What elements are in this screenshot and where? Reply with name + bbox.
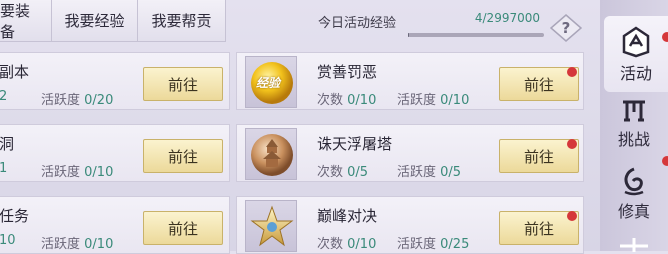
activity-icon: [622, 26, 650, 58]
activity-title: 赏善罚恶: [317, 63, 378, 81]
activity-title: 副本: [0, 63, 30, 81]
activity-count: 次数 0/10: [317, 93, 377, 108]
activity-icon-frame: 经验: [245, 56, 297, 108]
daily-exp-value: 4/2997000: [474, 11, 540, 25]
activity-points: 活跃度 0/25: [397, 237, 470, 252]
activity-count: 2: [0, 89, 8, 104]
activity-points: 活跃度 0/10: [397, 93, 470, 108]
activity-icon-frame: [245, 200, 297, 252]
go-button[interactable]: 前往: [143, 67, 223, 101]
activity-points: 活跃度 0/10: [41, 237, 114, 252]
activity-title: 洞: [0, 135, 15, 153]
help-glyph: ?: [561, 19, 571, 37]
notification-dot: [567, 67, 577, 77]
more-nav-icon: [620, 238, 648, 252]
activity-title: 诛天浮屠塔: [317, 135, 393, 153]
nav-cultivation-label: 修真: [617, 202, 650, 221]
daily-exp-progress: 今日活动经验 4/2997000: [318, 8, 546, 38]
activity-card: 诛天浮屠塔 次数 0/5 活跃度 0/5 前往: [236, 124, 584, 182]
activity-icon-frame: [245, 128, 297, 180]
challenge-icon: [623, 100, 645, 122]
notification-dot: [662, 156, 668, 166]
activity-card: 任务 10 活跃度 0/10 前往: [0, 196, 230, 254]
nav-activity[interactable]: 活动: [604, 16, 668, 92]
nav-challenge[interactable]: 挑战: [600, 98, 668, 150]
cultivation-icon: [624, 167, 644, 196]
exp-badge-text: 经验: [256, 76, 281, 90]
activity-points: 活跃度 0/20: [41, 93, 114, 108]
activity-count: 次数 0/10: [317, 237, 377, 252]
activity-card: 巅峰对决 次数 0/10 活跃度 0/25 前往: [236, 196, 584, 254]
activity-card: 经验 赏善罚恶 次数 0/10 活跃度 0/10 前往: [236, 52, 584, 110]
daily-exp-bar: [408, 33, 544, 37]
daily-exp-label: 今日活动经验: [318, 16, 397, 31]
activity-title: 巅峰对决: [317, 207, 378, 225]
tab-experience[interactable]: 我要经验: [52, 0, 138, 42]
activity-points: 活跃度 0/5: [397, 165, 462, 180]
category-tabs: 要装备 我要经验 我要帮贡: [0, 0, 226, 44]
go-button[interactable]: 前往: [143, 139, 223, 173]
go-button[interactable]: 前往: [143, 211, 223, 245]
pagoda-orb-icon: [251, 134, 293, 176]
side-navigation: 活动 挑战 修真: [600, 0, 668, 252]
nav-cultivation[interactable]: 修真: [600, 166, 668, 222]
notification-dot: [567, 211, 577, 221]
nav-challenge-label: 挑战: [617, 130, 650, 149]
daily-exp-bar-fill: [408, 33, 410, 37]
notification-dot: [662, 32, 668, 42]
notification-dot: [567, 139, 577, 149]
star-emblem-icon: [250, 205, 294, 247]
tab-guild-contribution[interactable]: 我要帮贡: [138, 0, 226, 42]
activity-points: 活跃度 0/10: [41, 165, 114, 180]
activity-card: 洞 1 活跃度 0/10 前往: [0, 124, 230, 182]
activity-title: 任务: [0, 207, 30, 225]
nav-activity-label: 活动: [619, 64, 652, 83]
activity-count: 10: [0, 233, 16, 248]
help-button[interactable]: ?: [550, 14, 582, 42]
tab-equipment[interactable]: 要装备: [0, 0, 52, 42]
activity-count: 次数 0/5: [317, 165, 369, 180]
activity-count: 1: [0, 161, 8, 176]
activity-card: 副本 2 活跃度 0/20 前往: [0, 52, 230, 110]
